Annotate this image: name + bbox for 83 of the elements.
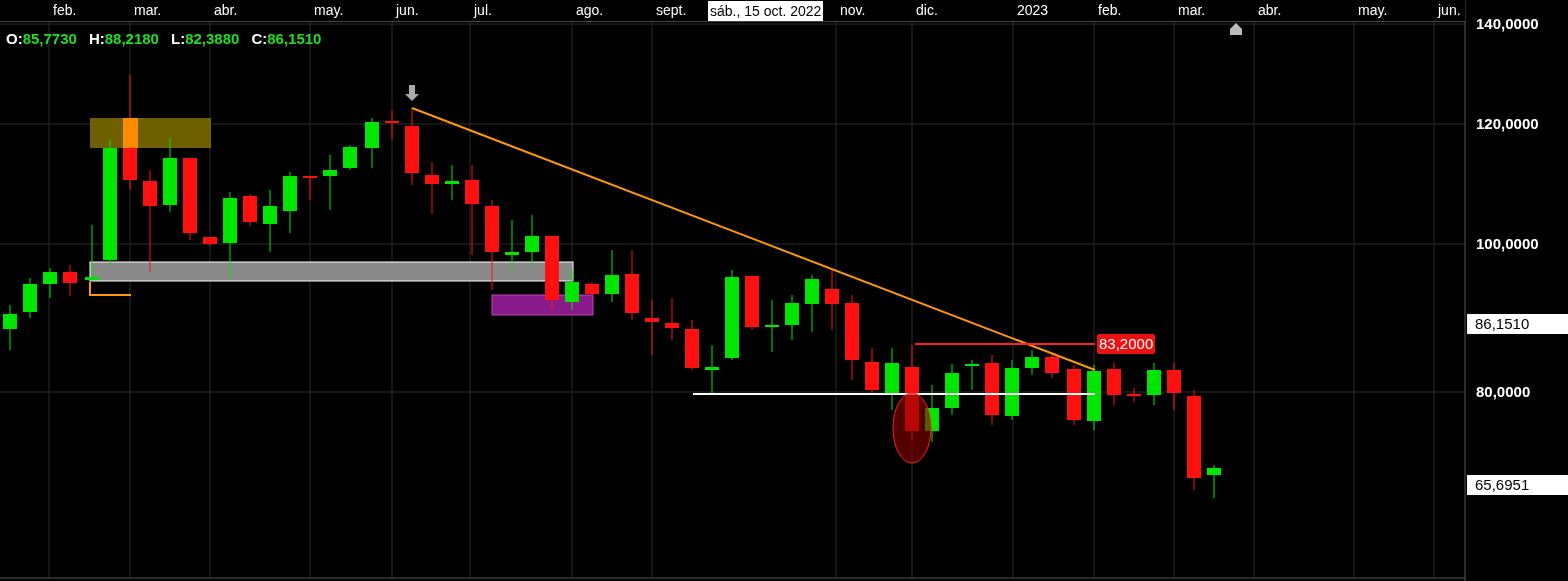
candlestick xyxy=(263,189,277,253)
price-label: 140,0000 xyxy=(1476,16,1539,31)
candlestick xyxy=(1207,464,1221,499)
axis-label: may. xyxy=(1358,3,1388,17)
candlestick xyxy=(203,236,217,247)
candlestick xyxy=(1167,362,1181,411)
axis-label: nov. xyxy=(840,3,866,17)
price-tag: 65,6951 xyxy=(1467,475,1568,495)
candlestick xyxy=(825,269,839,331)
candlestick xyxy=(605,249,619,303)
candlestick xyxy=(805,274,819,333)
axis-label: mar. xyxy=(1178,3,1206,17)
price-label: 100,0000 xyxy=(1476,236,1539,251)
candlestick xyxy=(3,304,17,351)
ohlc-key: L: xyxy=(170,28,186,51)
candlestick xyxy=(525,214,539,266)
candlestick xyxy=(323,154,337,211)
candlestick xyxy=(1005,359,1019,421)
highlight-ellipse xyxy=(892,392,932,464)
candlestick xyxy=(965,359,979,391)
ohlc-key: O: xyxy=(6,28,23,51)
axis-label: may. xyxy=(314,3,344,17)
candlestick xyxy=(665,297,679,341)
axis-label: abr. xyxy=(214,3,238,17)
candlestick xyxy=(43,267,57,299)
candlestick xyxy=(945,363,959,416)
down-arrow-icon xyxy=(405,85,419,101)
candlestick xyxy=(865,347,879,396)
candlestick xyxy=(765,299,779,353)
line-price-label: 83,2000 xyxy=(1097,334,1156,354)
candlestick xyxy=(1127,387,1141,403)
candlestick xyxy=(925,384,939,443)
level-line xyxy=(89,281,132,296)
candlestick xyxy=(85,224,99,282)
candlestick xyxy=(685,319,699,371)
candlestick xyxy=(385,109,399,141)
axis-label: dic. xyxy=(916,3,938,17)
axis-label: feb. xyxy=(1098,3,1122,17)
candlestick xyxy=(785,294,799,341)
candlestick xyxy=(625,249,639,321)
axis-label: jul. xyxy=(474,3,492,17)
candlestick xyxy=(343,144,357,171)
axis-label: feb. xyxy=(53,3,77,17)
ohlc-key: C: xyxy=(251,28,268,51)
axis-label: sept. xyxy=(656,3,687,17)
candlestick xyxy=(985,354,999,426)
candlestick xyxy=(63,264,77,297)
candlestick xyxy=(645,299,659,356)
candlestick xyxy=(885,347,899,411)
ohlc-value: 85,7730 xyxy=(22,29,77,49)
ohlc-value: 86,1510 xyxy=(267,29,322,49)
axis-label: ago. xyxy=(576,3,604,17)
ohlc-key: H: xyxy=(88,28,105,51)
axis-label: abr. xyxy=(1258,3,1282,17)
candlestick xyxy=(505,219,519,271)
highlight-rectangle xyxy=(123,118,138,148)
axis-label: jun. xyxy=(1438,3,1461,17)
ohlc-value: 88,2180 xyxy=(104,29,159,49)
candlestick xyxy=(1147,362,1161,406)
candlestick xyxy=(425,161,439,215)
candlestick xyxy=(1087,364,1101,431)
axis-label: jun. xyxy=(396,3,419,17)
candlestick xyxy=(1107,362,1121,406)
candlestick xyxy=(445,164,459,201)
price-label: 80,0000 xyxy=(1476,384,1531,399)
candlestick xyxy=(283,171,297,234)
axis-label: mar. xyxy=(134,3,162,17)
candlestick xyxy=(1067,364,1081,426)
candlestick xyxy=(365,117,379,169)
candlestick xyxy=(705,344,719,396)
ohlc-value: 82,3880 xyxy=(185,29,240,49)
price-tag: 86,1510 xyxy=(1467,314,1568,334)
candlestick xyxy=(745,275,759,331)
candlestick xyxy=(303,175,317,201)
crosshair-date-label: sáb., 15 oct. 2022 xyxy=(708,1,824,21)
candlestick xyxy=(1045,351,1059,379)
candlestick xyxy=(565,269,579,311)
candlestick xyxy=(585,281,599,297)
candlestick xyxy=(23,277,37,319)
candlestick xyxy=(1025,349,1039,376)
candlestick xyxy=(243,193,257,227)
price-label: 120,0000 xyxy=(1476,116,1539,131)
axis-label: 2023 xyxy=(1017,3,1049,17)
